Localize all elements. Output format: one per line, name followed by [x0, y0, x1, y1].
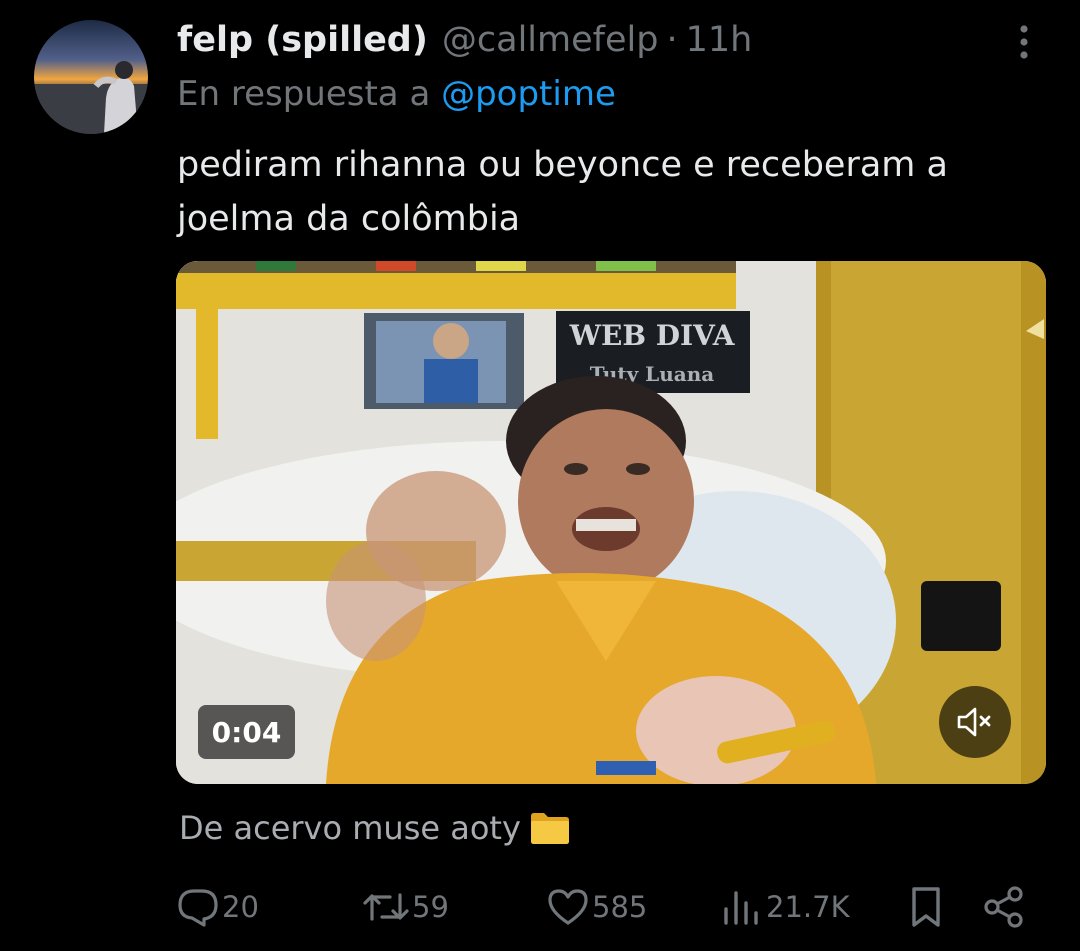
more-vertical-icon — [1020, 25, 1028, 59]
repost-button[interactable]: 59 — [362, 881, 449, 933]
heart-icon — [546, 887, 590, 927]
bookmark-icon — [906, 885, 946, 929]
video-duration-badge: 0:04 — [198, 705, 295, 759]
reply-prefix: En respuesta a — [177, 74, 431, 114]
video-thumbnail: WEB DIVA Tuty Luana — [176, 261, 1046, 784]
author-display-name[interactable]: felp (spilled) — [177, 20, 428, 60]
sign-text-top: WEB DIVA — [569, 319, 736, 352]
timestamp[interactable]: 11h — [686, 20, 753, 60]
tweet-text: pediram rihanna ou beyonce e receberam a… — [177, 145, 948, 239]
author-avatar[interactable] — [34, 20, 148, 134]
reply-count: 20 — [222, 890, 259, 924]
reply-mention-link[interactable]: @poptime — [441, 74, 616, 114]
more-options-button[interactable] — [1004, 18, 1044, 66]
caption-text: De acervo muse aoty — [179, 809, 521, 847]
author-handle[interactable]: @callmefelp — [442, 20, 659, 60]
bookmark-button[interactable] — [906, 881, 946, 933]
repost-icon — [362, 889, 410, 925]
like-count: 585 — [592, 890, 648, 924]
folder-icon — [529, 810, 571, 846]
like-button[interactable]: 585 — [546, 881, 647, 933]
reply-context: En respuesta a @poptime — [177, 74, 616, 114]
repost-count: 59 — [412, 890, 449, 924]
separator-dot: · — [666, 20, 678, 60]
share-icon — [982, 885, 1026, 929]
tweet-header: felp (spilled) @callmefelp · 11h — [177, 14, 752, 66]
share-button[interactable] — [982, 881, 1026, 933]
media-caption: De acervo muse aoty — [179, 809, 571, 847]
views-button[interactable]: 21.7K — [720, 881, 850, 933]
views-count: 21.7K — [766, 890, 850, 924]
views-chart-icon — [720, 887, 764, 927]
reply-icon — [176, 887, 220, 927]
video-player[interactable]: WEB DIVA Tuty Luana 0:04 — [176, 261, 1046, 784]
mute-toggle-button[interactable] — [939, 686, 1011, 758]
reply-button[interactable]: 20 — [176, 881, 259, 933]
speaker-muted-icon — [957, 707, 991, 737]
